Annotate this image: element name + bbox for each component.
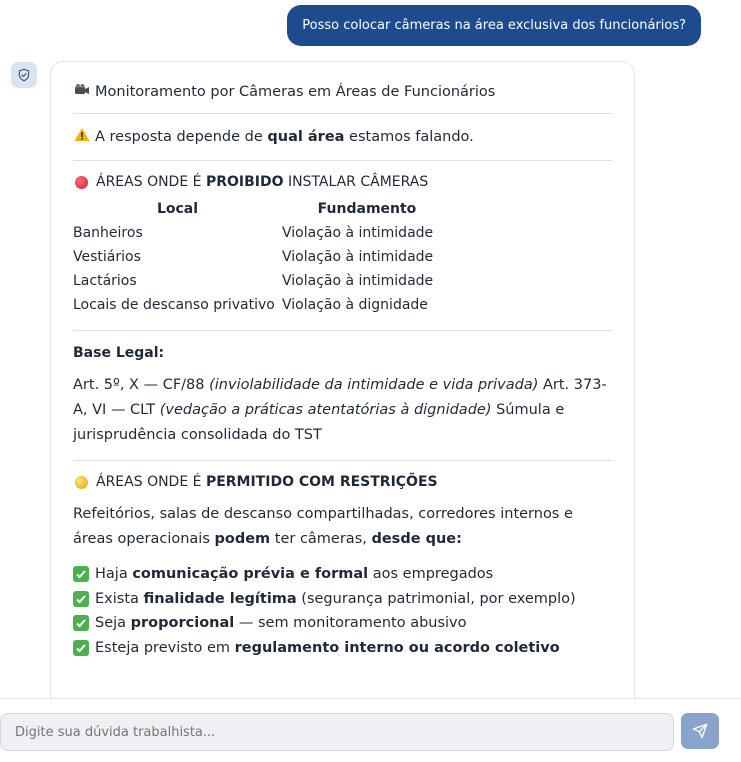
allowed-section-title: ÁREAS ONDE É PERMITIDO COM RESTRIÇÕES [73,461,612,498]
check-mark-icon [73,566,89,583]
prohibited-table: Local Fundamento Banheiros Violação à in… [73,198,452,318]
list-item: Esteja previsto em regulamento interno o… [73,636,612,661]
send-icon [692,723,708,739]
answer-title-text: Monitoramento por Câmeras em Áreas de Fu… [95,84,496,100]
assistant-avatar [11,62,37,88]
list-item: Haja comunicação prévia e formal aos emp… [73,562,612,587]
table-header-local: Local [156,201,199,217]
send-button[interactable] [681,713,719,749]
check-mark-icon [73,639,89,656]
yellow-circle-icon [75,475,88,489]
allowed-intro: Refeitórios, salas de descanso compartil… [73,506,573,547]
answer-title: Monitoramento por Câmeras em Áreas de Fu… [73,62,612,113]
warning-text: A resposta depende de qual área estamos … [95,128,474,145]
shield-check-icon [18,68,30,82]
check-mark-icon [73,590,89,607]
question-input[interactable] [0,713,674,751]
warning-line: A resposta depende de qual área estamos … [73,114,612,160]
user-message-row: Posso colocar câmeras na área exclusiva … [287,5,701,46]
red-circle-icon [75,175,88,189]
table-row: Lactários Violação à intimidade [73,273,434,289]
chat-area: Posso colocar câmeras na área exclusiva … [0,0,741,698]
legal-basis-title: Base Legal: [73,345,165,361]
conditions-list: Haja comunicação prévia e formal aos emp… [73,562,612,660]
assistant-message-card: Monitoramento por Câmeras em Áreas de Fu… [50,61,635,698]
warning-icon [73,127,91,146]
legal-basis-text: Art. 5º, X — CF/88 (inviolabilidade da i… [73,377,607,443]
prohibited-section-title: ÁREAS ONDE É PROIBIDO INSTALAR CÂMERAS [73,161,612,198]
check-mark-icon [73,615,89,632]
video-camera-icon [73,83,91,101]
list-item: Exista finalidade legítima (segurança pa… [73,587,612,612]
table-row: Vestiários Violação à intimidade [73,249,434,265]
user-message-bubble: Posso colocar câmeras na área exclusiva … [287,5,701,46]
composer-bar [0,698,741,762]
table-row: Locais de descanso privativo Violação à … [73,297,428,313]
table-row: Banheiros Violação à intimidade [73,225,434,241]
list-item: Seja proporcional — sem monitoramento ab… [73,611,612,636]
table-header-fundamento: Fundamento [317,201,417,217]
